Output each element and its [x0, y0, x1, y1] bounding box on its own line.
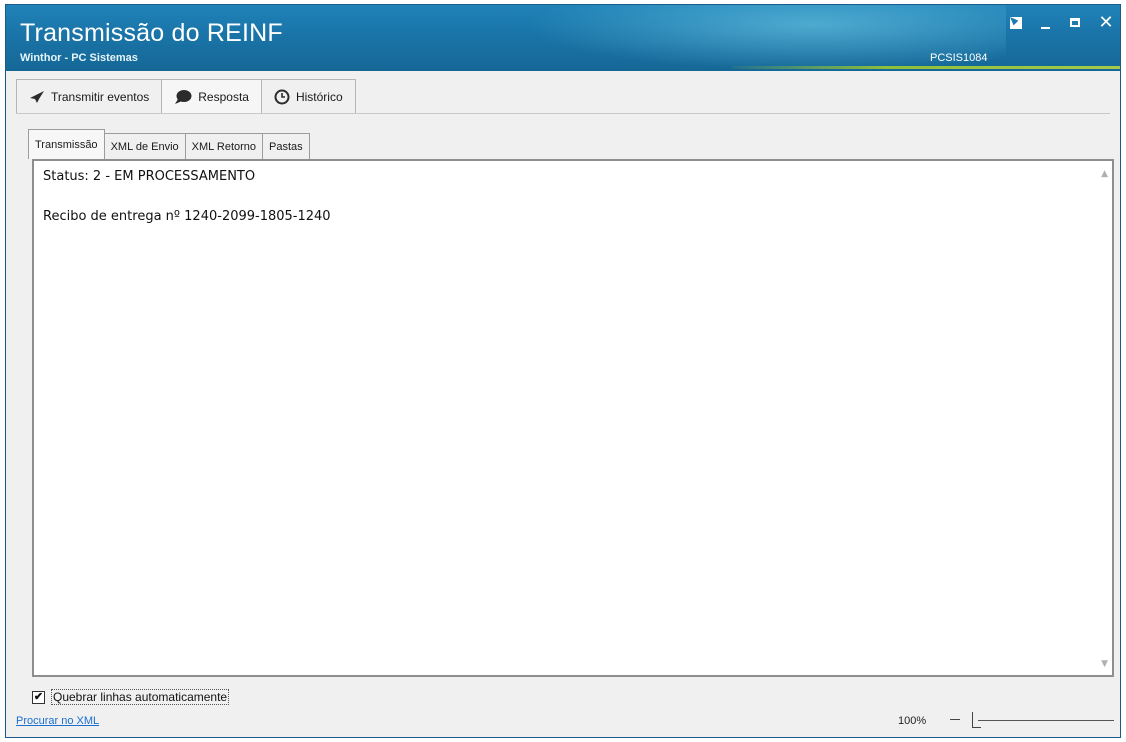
subtab-xml-envio[interactable]: XML de Envio	[104, 133, 186, 159]
receipt-line: Recibo de entrega nº 1240-2099-1805-1240	[43, 209, 331, 224]
zoom-slider-track[interactable]	[978, 720, 1114, 721]
tab-historico[interactable]: Histórico	[261, 79, 356, 113]
maximize-icon[interactable]	[1068, 15, 1084, 31]
app-window: Transmissão do REINF Winthor - PC Sistem…	[5, 4, 1121, 738]
tab-label: Histórico	[295, 89, 343, 104]
minimize-icon[interactable]	[1038, 15, 1054, 31]
subtab-transmissao[interactable]: Transmissão	[28, 129, 105, 159]
accent-line	[732, 66, 1120, 69]
vertical-scrollbar[interactable]: ▲ ▼	[1095, 161, 1112, 675]
zoom-out-icon[interactable]	[950, 719, 960, 720]
title-bar[interactable]: Transmissão do REINF Winthor - PC Sistem…	[6, 5, 1120, 71]
program-code: PCSIS1084	[930, 52, 988, 64]
zoom-slider[interactable]	[950, 711, 1116, 729]
wrap-lines-label[interactable]: Quebrar linhas automaticamente	[51, 689, 230, 705]
main-tabs: Transmitir eventos Resposta Histórico	[16, 77, 356, 113]
tab-divider	[16, 113, 1110, 114]
status-line: Status: 2 - EM PROCESSAMENTO	[43, 169, 256, 184]
subtab-pastas[interactable]: Pastas	[263, 133, 310, 159]
restore-icon[interactable]	[1008, 15, 1024, 31]
scroll-down-icon[interactable]: ▼	[1101, 659, 1108, 669]
response-subtabs: Transmissão XML de Envio XML Retorno Pas…	[28, 129, 310, 159]
zoom-level: 100%	[898, 715, 927, 727]
search-xml-link[interactable]: Procurar no XML	[16, 715, 99, 727]
close-icon[interactable]: ✕	[1098, 14, 1114, 32]
tab-resposta[interactable]: Resposta	[162, 79, 262, 113]
clock-icon	[274, 89, 290, 104]
scroll-up-icon[interactable]: ▲	[1101, 169, 1108, 179]
window-controls: ✕	[1008, 14, 1114, 32]
wrap-lines-checkbox[interactable]: ✔	[32, 690, 45, 704]
window-title: Transmissão do REINF	[20, 19, 283, 47]
subtab-xml-retorno[interactable]: XML Retorno	[185, 133, 264, 159]
tab-label: Transmitir eventos	[51, 89, 150, 104]
tab-label: Resposta	[198, 89, 249, 104]
response-text-area[interactable]: Status: 2 - EM PROCESSAMENTO Recibo de e…	[32, 159, 1114, 677]
tab-transmitir-eventos[interactable]: Transmitir eventos	[16, 79, 163, 113]
send-icon	[30, 90, 44, 103]
window-subtitle: Winthor - PC Sistemas	[20, 52, 138, 64]
wrap-lines-option[interactable]: ✔ Quebrar linhas automaticamente	[32, 689, 230, 705]
speech-bubble-icon	[175, 89, 192, 104]
zoom-slider-thumb[interactable]	[972, 712, 981, 728]
